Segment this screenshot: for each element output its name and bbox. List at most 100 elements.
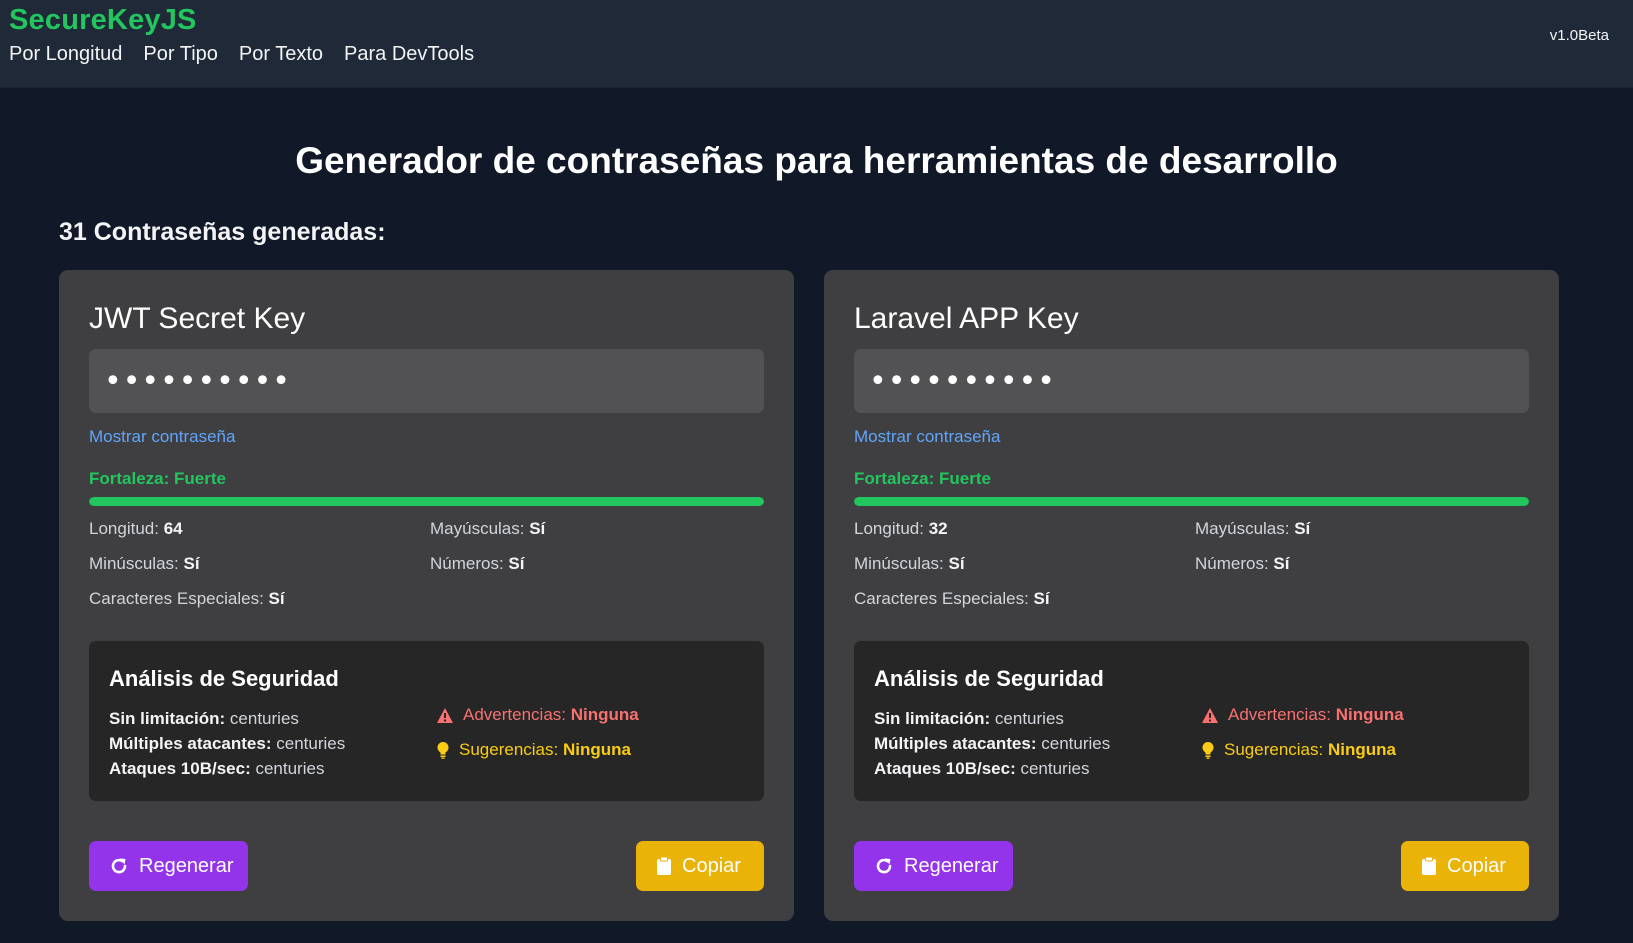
multi-attackers-label: Múltiples atacantes:	[874, 734, 1037, 753]
strength-bar	[89, 497, 764, 506]
copy-label: Copiar	[682, 854, 741, 877]
uppercase-label: Mayúsculas:	[430, 519, 525, 538]
no-limit-label: Sin limitación:	[109, 709, 226, 728]
warnings-line: Advertencias: Ninguna	[436, 705, 639, 725]
no-limit-line: Sin limitación: centuries	[109, 709, 299, 729]
security-title: Análisis de Seguridad	[874, 666, 1104, 691]
length-value: 32	[928, 519, 948, 538]
regenerate-label: Regenerar	[139, 854, 234, 877]
strength-bar-fill	[89, 497, 764, 506]
length-value: 64	[163, 519, 183, 538]
strength-label: Fortaleza: Fuerte	[89, 469, 226, 488]
nav-para-devtools[interactable]: Para DevTools	[344, 43, 474, 66]
clipboard-icon	[656, 856, 672, 876]
lowercase-label: Minúsculas:	[854, 554, 944, 573]
password-field[interactable]	[89, 349, 764, 413]
brand-logo[interactable]: SecureKeyJS	[9, 4, 197, 37]
page-title: Generador de contraseñas para herramient…	[295, 140, 1338, 181]
multi-attackers-label: Múltiples atacantes:	[109, 734, 272, 753]
numbers-value: Sí	[1273, 554, 1290, 573]
numbers-prop: Números: Sí	[430, 554, 524, 574]
warnings-line: Advertencias: Ninguna	[1201, 705, 1404, 725]
uppercase-value: Sí	[1294, 519, 1311, 538]
lightbulb-icon	[436, 741, 450, 759]
lowercase-value: Sí	[948, 554, 965, 573]
strength-label: Fortaleza: Fuerte	[854, 469, 991, 488]
attacks-10b-label: Ataques 10B/sec:	[874, 759, 1016, 778]
password-field[interactable]	[854, 349, 1529, 413]
suggestions-line: Sugerencias: Ninguna	[436, 740, 631, 760]
copy-button[interactable]: Copiar	[1401, 841, 1529, 891]
nav-por-tipo[interactable]: Por Tipo	[143, 43, 217, 66]
warnings-value: Ninguna	[570, 705, 639, 724]
lightbulb-icon	[1201, 741, 1215, 759]
lowercase-prop: Minúsculas: Sí	[89, 554, 200, 574]
password-card-jwt: JWT Secret Key Mostrar contraseña Fortal…	[59, 270, 794, 921]
special-label: Caracteres Especiales:	[89, 589, 264, 608]
warnings-label: Advertencias:	[1228, 705, 1331, 724]
numbers-label: Números:	[1195, 554, 1269, 573]
password-card-laravel: Laravel APP Key Mostrar contraseña Forta…	[824, 270, 1559, 921]
nav-por-longitud[interactable]: Por Longitud	[9, 43, 122, 66]
length-label: Longitud:	[89, 519, 159, 538]
special-prop: Caracteres Especiales: Sí	[89, 589, 285, 609]
numbers-label: Números:	[430, 554, 504, 573]
refresh-icon	[109, 856, 129, 876]
warnings-value: Ninguna	[1335, 705, 1404, 724]
numbers-value: Sí	[508, 554, 525, 573]
multi-attackers-line: Múltiples atacantes: centuries	[874, 734, 1110, 754]
length-prop: Longitud: 32	[854, 519, 948, 539]
no-limit-value: centuries	[994, 709, 1064, 728]
strength-bar	[854, 497, 1529, 506]
card-title: Laravel APP Key	[854, 302, 1079, 335]
suggestions-line: Sugerencias: Ninguna	[1201, 740, 1396, 760]
no-limit-line: Sin limitación: centuries	[874, 709, 1064, 729]
no-limit-label: Sin limitación:	[874, 709, 991, 728]
regenerate-button[interactable]: Regenerar	[89, 841, 248, 891]
length-prop: Longitud: 64	[89, 519, 183, 539]
refresh-icon	[874, 856, 894, 876]
warnings-label: Advertencias:	[463, 705, 566, 724]
uppercase-prop: Mayúsculas: Sí	[1195, 519, 1310, 539]
length-label: Longitud:	[854, 519, 924, 538]
numbers-prop: Números: Sí	[1195, 554, 1289, 574]
suggestions-label: Sugerencias:	[459, 740, 559, 759]
multi-attackers-line: Múltiples atacantes: centuries	[109, 734, 345, 754]
version-label: v1.0Beta	[1549, 27, 1609, 44]
card-title: JWT Secret Key	[89, 302, 306, 335]
attacks-10b-line: Ataques 10B/sec: centuries	[109, 759, 324, 779]
suggestions-value: Ninguna	[1327, 740, 1396, 759]
special-value: Sí	[268, 589, 285, 608]
show-password-link[interactable]: Mostrar contraseña	[89, 427, 235, 447]
suggestions-value: Ninguna	[562, 740, 631, 759]
no-limit-value: centuries	[229, 709, 299, 728]
show-password-link[interactable]: Mostrar contraseña	[854, 427, 1000, 447]
lowercase-prop: Minúsculas: Sí	[854, 554, 965, 574]
special-prop: Caracteres Especiales: Sí	[854, 589, 1050, 609]
generated-count: 31 Contraseñas generadas:	[59, 218, 386, 246]
suggestions-label: Sugerencias:	[1224, 740, 1324, 759]
top-navbar: SecureKeyJS Por Longitud Por Tipo Por Te…	[0, 0, 1633, 88]
multi-attackers-value: centuries	[276, 734, 346, 753]
lowercase-value: Sí	[183, 554, 200, 573]
attacks-10b-value: centuries	[1020, 759, 1090, 778]
clipboard-icon	[1421, 856, 1437, 876]
security-analysis: Análisis de Seguridad Sin limitación: ce…	[854, 641, 1529, 801]
attacks-10b-label: Ataques 10B/sec:	[109, 759, 251, 778]
special-label: Caracteres Especiales:	[854, 589, 1029, 608]
uppercase-value: Sí	[529, 519, 546, 538]
nav-por-texto[interactable]: Por Texto	[239, 43, 323, 66]
strength-bar-fill	[854, 497, 1529, 506]
multi-attackers-value: centuries	[1041, 734, 1111, 753]
security-analysis: Análisis de Seguridad Sin limitación: ce…	[89, 641, 764, 801]
warning-triangle-icon	[1201, 707, 1219, 724]
main-nav: Por Longitud Por Tipo Por Texto Para Dev…	[9, 43, 474, 66]
special-value: Sí	[1033, 589, 1050, 608]
lowercase-label: Minúsculas:	[89, 554, 179, 573]
uppercase-prop: Mayúsculas: Sí	[430, 519, 545, 539]
warning-triangle-icon	[436, 707, 454, 724]
copy-button[interactable]: Copiar	[636, 841, 764, 891]
attacks-10b-line: Ataques 10B/sec: centuries	[874, 759, 1089, 779]
regenerate-button[interactable]: Regenerar	[854, 841, 1013, 891]
regenerate-label: Regenerar	[904, 854, 999, 877]
